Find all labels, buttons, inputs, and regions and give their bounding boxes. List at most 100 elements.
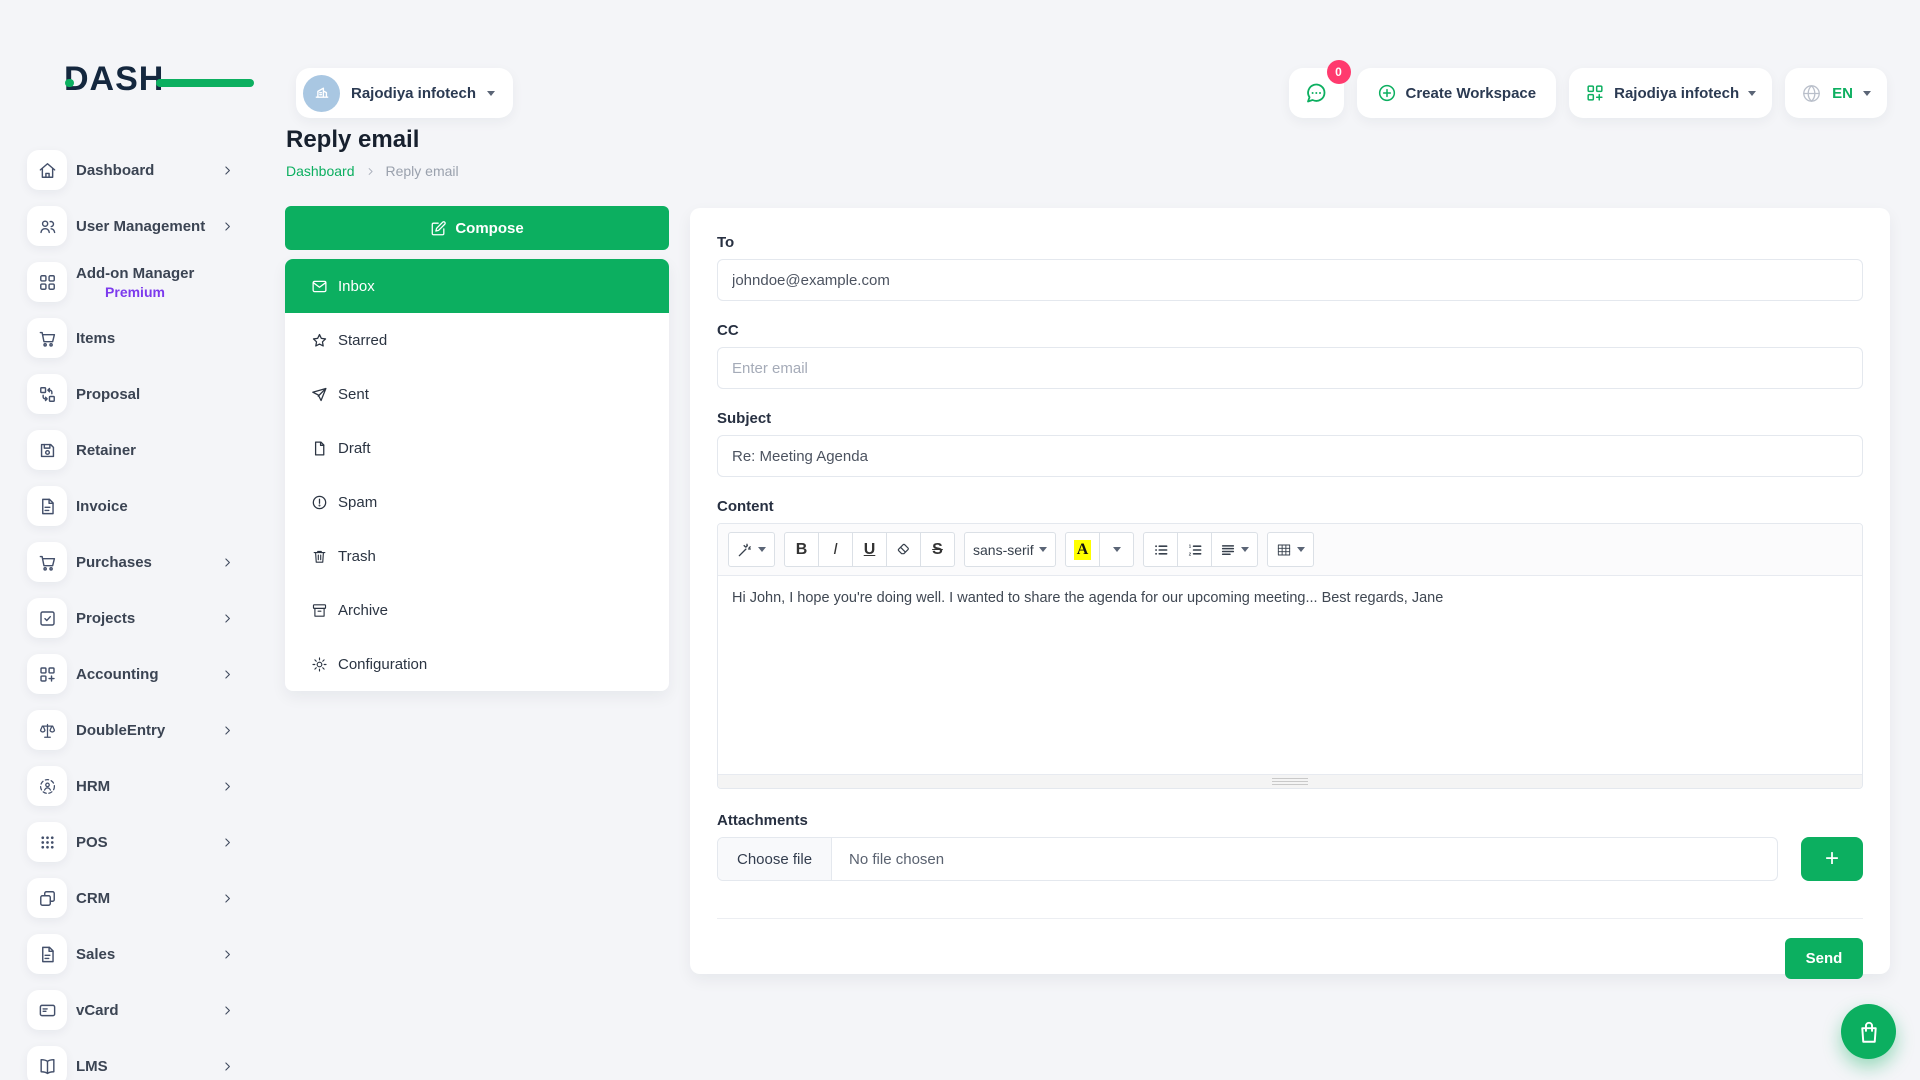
editor-underline-button[interactable]: U <box>852 532 887 567</box>
mail-folder-item[interactable]: Draft <box>285 421 669 475</box>
sidebar-item[interactable]: Invoice <box>0 478 264 534</box>
editor-font-dropdown[interactable]: sans-serif <box>964 532 1056 567</box>
sidebar-item-sublabel: Premium <box>76 283 194 301</box>
file-input[interactable]: Choose file No file chosen <box>717 837 1778 881</box>
magic-wand-icon <box>737 542 753 558</box>
sidebar-item[interactable]: vCard <box>0 982 264 1038</box>
eraser-icon <box>896 542 912 558</box>
sidebar-item-icon <box>27 598 67 638</box>
align-icon <box>1220 542 1236 558</box>
editor-font-value: sans-serif <box>973 542 1034 558</box>
plus-circle-icon <box>1377 83 1397 103</box>
sidebar-item[interactable]: Add-on Manager Premium <box>0 254 264 310</box>
chevron-right-icon <box>221 836 234 849</box>
sidebar-item-label: vCard <box>76 1001 221 1020</box>
editor-color-caret-button[interactable] <box>1099 532 1134 567</box>
company-selector[interactable]: Rajodiya infotech <box>1569 68 1772 118</box>
mail-folder-label: Trash <box>338 548 376 565</box>
subject-input[interactable] <box>717 435 1863 477</box>
sidebar-item[interactable]: Retainer <box>0 422 264 478</box>
sidebar-item[interactable]: Proposal <box>0 366 264 422</box>
sidebar-item[interactable]: Items <box>0 310 264 366</box>
compose-button[interactable]: Compose <box>285 206 669 250</box>
mail-folder-item[interactable]: Inbox <box>285 259 669 313</box>
grid-plus-icon <box>1585 83 1605 103</box>
sidebar-item-icon <box>27 318 67 358</box>
messages-button[interactable]: 0 <box>1289 68 1344 118</box>
chevron-right-icon <box>221 1060 234 1073</box>
sidebar-item-label: CRM <box>76 889 221 908</box>
globe-icon <box>1801 83 1822 104</box>
cc-input[interactable] <box>717 347 1863 389</box>
breadcrumb-current: Reply email <box>386 163 459 179</box>
sidebar-item[interactable]: HRM <box>0 758 264 814</box>
add-attachment-button[interactable]: + <box>1801 837 1863 881</box>
sidebar-item-icon <box>27 934 67 974</box>
shop-floating-button[interactable] <box>1841 1004 1896 1059</box>
app-logo[interactable]: DASH <box>64 60 214 104</box>
mail-folder-item[interactable]: Trash <box>285 529 669 583</box>
sidebar-item-label: Retainer <box>76 441 234 460</box>
mail-folder-item[interactable]: Starred <box>285 313 669 367</box>
chevron-down-icon <box>1863 91 1871 96</box>
sidebar-item-icon <box>27 542 67 582</box>
attachments-row: Choose file No file chosen + <box>717 837 1863 881</box>
sidebar-item[interactable]: Purchases <box>0 534 264 590</box>
chevron-down-icon <box>1039 547 1047 552</box>
sidebar-item-label: Invoice <box>76 497 234 516</box>
sidebar-item[interactable]: User Management <box>0 198 264 254</box>
editor-italic-button[interactable]: I <box>818 532 853 567</box>
choose-file-button[interactable]: Choose file <box>718 838 832 880</box>
language-selector[interactable]: EN <box>1785 68 1887 118</box>
mail-folder-label: Configuration <box>338 656 427 673</box>
sidebar-item-icon <box>27 374 67 414</box>
language-code: EN <box>1832 85 1853 102</box>
sidebar-item[interactable]: Accounting <box>0 646 264 702</box>
mail-folder-label: Sent <box>338 386 369 403</box>
editor-paragraph-button[interactable] <box>1211 532 1258 567</box>
create-workspace-button[interactable]: Create Workspace <box>1357 68 1557 118</box>
breadcrumb-dashboard-link[interactable]: Dashboard <box>286 163 355 179</box>
editor-style-button[interactable] <box>728 532 775 567</box>
compose-icon <box>430 220 447 237</box>
to-input[interactable] <box>717 259 1863 301</box>
sidebar-item-icon <box>27 710 67 750</box>
sidebar-item-icon <box>27 150 67 190</box>
editor-content-area[interactable]: Hi John, I hope you're doing well. I wan… <box>718 576 1862 774</box>
sidebar-item-icon <box>27 878 67 918</box>
mail-folder-icon <box>311 332 328 349</box>
sidebar-item-label: Sales <box>76 945 221 964</box>
sidebar-item[interactable]: POS <box>0 814 264 870</box>
editor-color-button[interactable]: A <box>1065 532 1101 567</box>
editor-clear-format-button[interactable] <box>886 532 921 567</box>
mail-folder-item[interactable]: Sent <box>285 367 669 421</box>
sidebar-item[interactable]: Projects <box>0 590 264 646</box>
mail-folder-item[interactable]: Configuration <box>285 637 669 691</box>
editor-ordered-list-button[interactable]: 12 <box>1177 532 1212 567</box>
send-button[interactable]: Send <box>1785 938 1863 979</box>
editor-strikethrough-button[interactable]: S <box>920 532 955 567</box>
sidebar-item[interactable]: Dashboard <box>0 142 264 198</box>
sidebar-item[interactable]: CRM <box>0 870 264 926</box>
mail-folder-label: Inbox <box>338 278 375 295</box>
editor-bold-button[interactable]: B <box>784 532 819 567</box>
sidebar-item[interactable]: LMS <box>0 1038 264 1080</box>
bullet-list-icon <box>1153 542 1169 558</box>
sidebar-item[interactable]: Sales <box>0 926 264 982</box>
mail-folder-item[interactable]: Spam <box>285 475 669 529</box>
chevron-down-icon <box>1113 547 1121 552</box>
sidebar: DASH Dashboard User Management <box>0 0 264 1080</box>
sidebar-item-label: HRM <box>76 777 221 796</box>
chevron-right-icon <box>221 892 234 905</box>
sidebar-item[interactable]: DoubleEntry <box>0 702 264 758</box>
editor-unordered-list-button[interactable] <box>1143 532 1178 567</box>
editor-table-button[interactable] <box>1267 532 1314 567</box>
workspace-selector[interactable]: Rajodiya infotech <box>296 68 513 118</box>
breadcrumb: Dashboard Reply email <box>286 163 459 179</box>
editor-resize-bar[interactable] <box>718 774 1862 788</box>
font-color-icon: A <box>1074 540 1092 560</box>
page-title: Reply email <box>286 126 419 154</box>
chevron-down-icon <box>1748 91 1756 96</box>
mail-folder-item[interactable]: Archive <box>285 583 669 637</box>
file-status-text: No file chosen <box>832 851 944 868</box>
